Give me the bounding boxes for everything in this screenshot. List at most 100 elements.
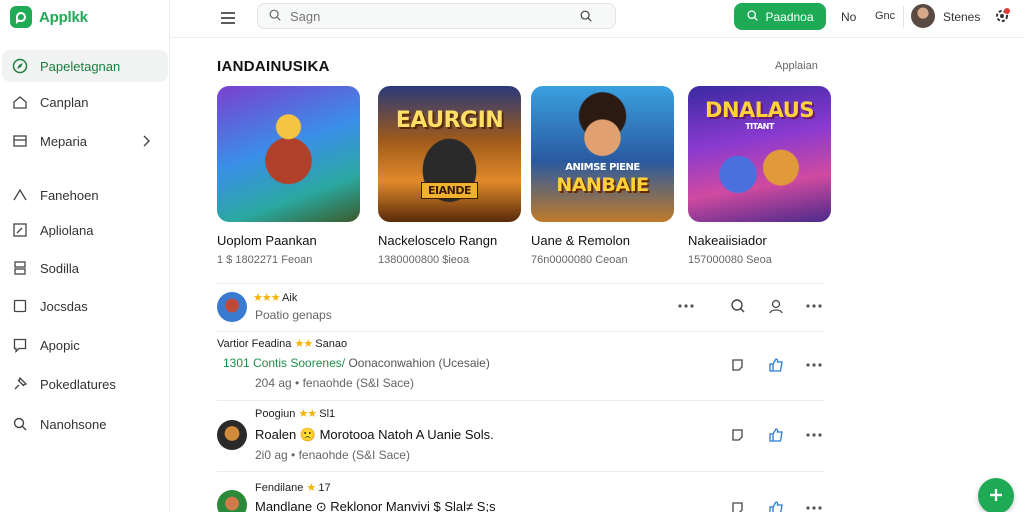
comment-icon[interactable] <box>728 355 748 375</box>
post-body: Mandlane ⊙ Reklonor Manvivi $ Slal≠ S;s <box>255 499 496 512</box>
sidebar-item-label: Nanohsone <box>40 416 107 432</box>
post-body: 1301 Contis Soorenes/ Oonaconwahion (Uce… <box>223 356 490 370</box>
more-icon[interactable] <box>804 355 824 375</box>
header-link-1[interactable]: No <box>841 10 856 24</box>
user-avatar[interactable] <box>911 4 935 28</box>
post-actions <box>728 425 824 445</box>
feed-post[interactable]: ★★★ Aik Poatio genaps <box>217 290 824 330</box>
app-thumbnail: ANIMSE PIENE NANBAIE <box>531 86 674 222</box>
sidebar-item-7[interactable]: Apopic <box>2 329 168 361</box>
add-fab-button[interactable] <box>978 478 1014 512</box>
app-card-title: Uoplom Paankan <box>217 233 317 248</box>
chat-icon <box>12 337 28 353</box>
app-card-meta: 1 $ 1802271 Feoan <box>217 254 313 266</box>
thumbnail-art-text: EAURGIN <box>395 108 504 133</box>
thumbnail-art-text: TITANT <box>745 122 774 131</box>
sidebar-item-0[interactable]: Papeletagnan <box>2 50 168 82</box>
more-icon[interactable] <box>804 296 824 316</box>
search-bar[interactable] <box>257 3 616 29</box>
post-header: Poogiun ★★ Sl1 <box>255 408 336 420</box>
gear-icon[interactable] <box>993 7 1011 28</box>
sidebar-item-1[interactable]: Canplan <box>2 86 168 118</box>
user-icon[interactable] <box>766 296 786 316</box>
thumbnail-art-text: ANIMSE PIENE <box>565 162 640 173</box>
post-header: Fendilane ★ 17 <box>255 482 331 494</box>
app-card-title: Nackeloscelo Rangn <box>378 233 498 248</box>
more-icon[interactable] <box>804 498 824 512</box>
menu-icon[interactable] <box>218 8 238 28</box>
sidebar-item-label: Apliolana <box>40 222 94 238</box>
sidebar-item-4[interactable]: Apliolana <box>2 214 168 246</box>
comment-icon[interactable] <box>728 498 748 512</box>
sidebar-item-6[interactable]: Jocsdas <box>2 290 168 322</box>
search-icon[interactable] <box>728 296 748 316</box>
app-card[interactable]: Uoplom Paankan 1 $ 1802271 Feoan <box>217 86 362 266</box>
divider <box>217 331 824 332</box>
feed-post[interactable]: Vartior Feadina ★★ Sanao 1301 Contis Soo… <box>217 336 824 396</box>
sidebar-item-label: Sodilla <box>40 260 80 276</box>
user-name[interactable]: Stenes <box>943 10 980 24</box>
window-icon <box>12 133 28 149</box>
search-icon <box>12 416 28 432</box>
top-bar: Paadnoa No Gnc Stenes <box>170 0 1024 38</box>
post-avatar[interactable] <box>217 420 247 450</box>
app-card-meta: 157000080 Seoa <box>688 254 772 266</box>
sidebar-item-3[interactable]: Fanehoen <box>2 179 168 211</box>
app-card-title: Nakeaiisiador <box>688 233 767 248</box>
sidebar-item-label: Apopic <box>40 337 80 353</box>
search-input[interactable] <box>290 8 560 24</box>
more-icon[interactable] <box>676 296 696 316</box>
post-body: Poatio genaps <box>255 308 332 322</box>
sidebar-item-label: Canplan <box>40 94 89 110</box>
search-submit-icon[interactable] <box>579 9 593 26</box>
app-card-meta: 1380000800 $ieoa <box>378 254 470 266</box>
post-avatar[interactable] <box>217 490 247 512</box>
app-card[interactable]: EAURGIN EIANDE Nackeloscelo Rangn 138000… <box>378 86 523 266</box>
thumbs-up-icon[interactable] <box>766 425 786 445</box>
feed-post[interactable]: Poogiun ★★ Sl1 Roalen 🙁 Morotooa Natoh A… <box>217 406 824 466</box>
pin-icon <box>12 376 28 392</box>
compass-icon <box>12 58 28 74</box>
feed-post[interactable]: Fendilane ★ 17 Mandlane ⊙ Reklonor Manvi… <box>217 478 824 512</box>
thumbs-up-icon[interactable] <box>766 498 786 512</box>
brand[interactable]: Applkk <box>10 5 88 29</box>
chevron-up-icon <box>12 187 28 203</box>
divider <box>217 400 824 401</box>
app-card[interactable]: ANIMSE PIENE NANBAIE Uane & Remolon 76n0… <box>531 86 676 266</box>
section-see-all-link[interactable]: Applaian <box>775 60 818 72</box>
sidebar-item-label: Jocsdas <box>40 298 88 314</box>
post-actions <box>728 498 824 512</box>
app-card-meta: 76n0000080 Ceoan <box>531 254 628 266</box>
search-icon <box>268 8 282 25</box>
edit-icon <box>12 222 28 238</box>
primary-action-button[interactable]: Paadnoa <box>734 3 826 30</box>
sidebar-item-label: Meparia <box>40 133 87 149</box>
sidebar-item-label: Fanehoen <box>40 187 99 203</box>
divider <box>217 283 824 284</box>
header-divider <box>903 6 904 28</box>
post-avatar[interactable] <box>217 292 247 322</box>
post-body: Roalen 🙁 Morotooa Natoh A Uanie Sols. <box>255 427 494 442</box>
more-icon[interactable] <box>804 425 824 445</box>
app-card[interactable]: DNALAUS TITANT Nakeaiisiador 157000080 S… <box>688 86 833 266</box>
sidebar-item-5[interactable]: Sodilla <box>2 252 168 284</box>
thumbnail-art-text: EIANDE <box>378 182 521 199</box>
sidebar-item-2[interactable]: Meparia <box>2 125 168 157</box>
layers-icon <box>12 260 28 276</box>
post-actions <box>676 296 824 316</box>
post-meta: 2i0 ag • fenaohde (S&I Sace) <box>255 448 410 462</box>
app-thumbnail: DNALAUS TITANT <box>688 86 831 222</box>
thumbs-up-icon[interactable] <box>766 355 786 375</box>
comment-icon[interactable] <box>728 425 748 445</box>
sidebar-item-8[interactable]: Pokedlatures <box>2 368 168 400</box>
square-icon <box>12 298 28 314</box>
sidebar: Applkk Papeletagnan Canplan Meparia Fane… <box>0 0 170 512</box>
post-actions <box>728 355 824 375</box>
post-header: Vartior Feadina ★★ Sanao <box>217 338 348 350</box>
header-link-2[interactable]: Gnc <box>875 10 895 22</box>
sidebar-item-9[interactable]: Nanohsone <box>2 408 168 440</box>
app-thumbnail <box>217 86 360 222</box>
thumbnail-art-text: NANBAIE <box>556 174 649 196</box>
section-title: IANDAINUSIKA <box>217 58 330 75</box>
post-header: ★★★ Aik <box>253 292 298 304</box>
